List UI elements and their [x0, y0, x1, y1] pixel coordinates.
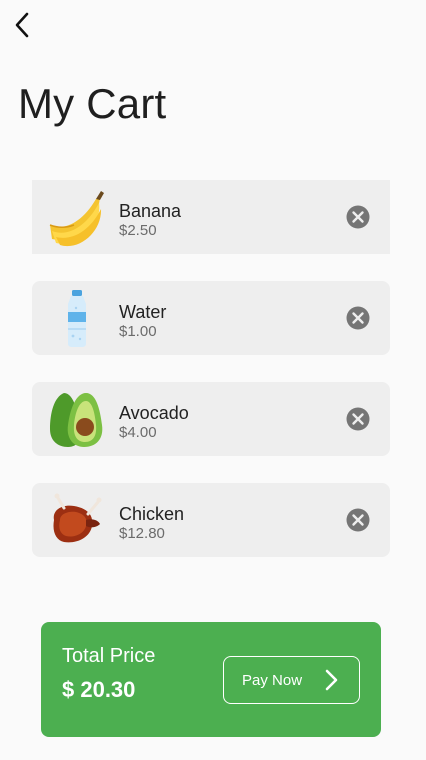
cart-list: Banana $2.50 Water $1.00 Avocado $4.00 C… [32, 180, 390, 584]
remove-circle-icon [346, 407, 370, 431]
remove-button-avocado[interactable] [346, 407, 370, 431]
pay-now-label: Pay Now [242, 671, 303, 689]
cart-item-banana: Banana $2.50 [32, 180, 390, 254]
water-bottle-image [46, 288, 108, 348]
item-price: $12.80 [119, 525, 165, 542]
banana-image [46, 187, 108, 247]
item-name: Avocado [119, 403, 189, 423]
pay-now-button[interactable]: Pay Now [223, 656, 360, 704]
remove-circle-icon [346, 508, 370, 532]
total-price-card: Total Price $ 20.30 Pay Now [41, 622, 381, 737]
item-name: Water [119, 302, 167, 322]
page-title: My Cart [18, 80, 167, 127]
item-name: Chicken [119, 504, 185, 524]
item-price: $1.00 [119, 323, 157, 340]
chevron-right-icon [325, 669, 338, 691]
cart-item-chicken: Chicken $12.80 [32, 483, 390, 557]
item-price: $4.00 [119, 424, 157, 441]
item-name: Banana [119, 201, 182, 221]
chevron-left-icon [15, 12, 29, 38]
roast-chicken-image [46, 490, 108, 550]
total-price-value: $ 20.30 [62, 677, 136, 702]
avocado-image [46, 389, 108, 449]
cart-item-avocado: Avocado $4.00 [32, 382, 390, 456]
remove-button-water[interactable] [346, 306, 370, 330]
back-button[interactable] [8, 10, 36, 40]
remove-button-banana[interactable] [346, 205, 370, 229]
item-price: $2.50 [119, 222, 157, 239]
remove-button-chicken[interactable] [346, 508, 370, 532]
total-price-label: Total Price [62, 645, 156, 667]
cart-item-water: Water $1.00 [32, 281, 390, 355]
remove-circle-icon [346, 205, 370, 229]
remove-circle-icon [346, 306, 370, 330]
